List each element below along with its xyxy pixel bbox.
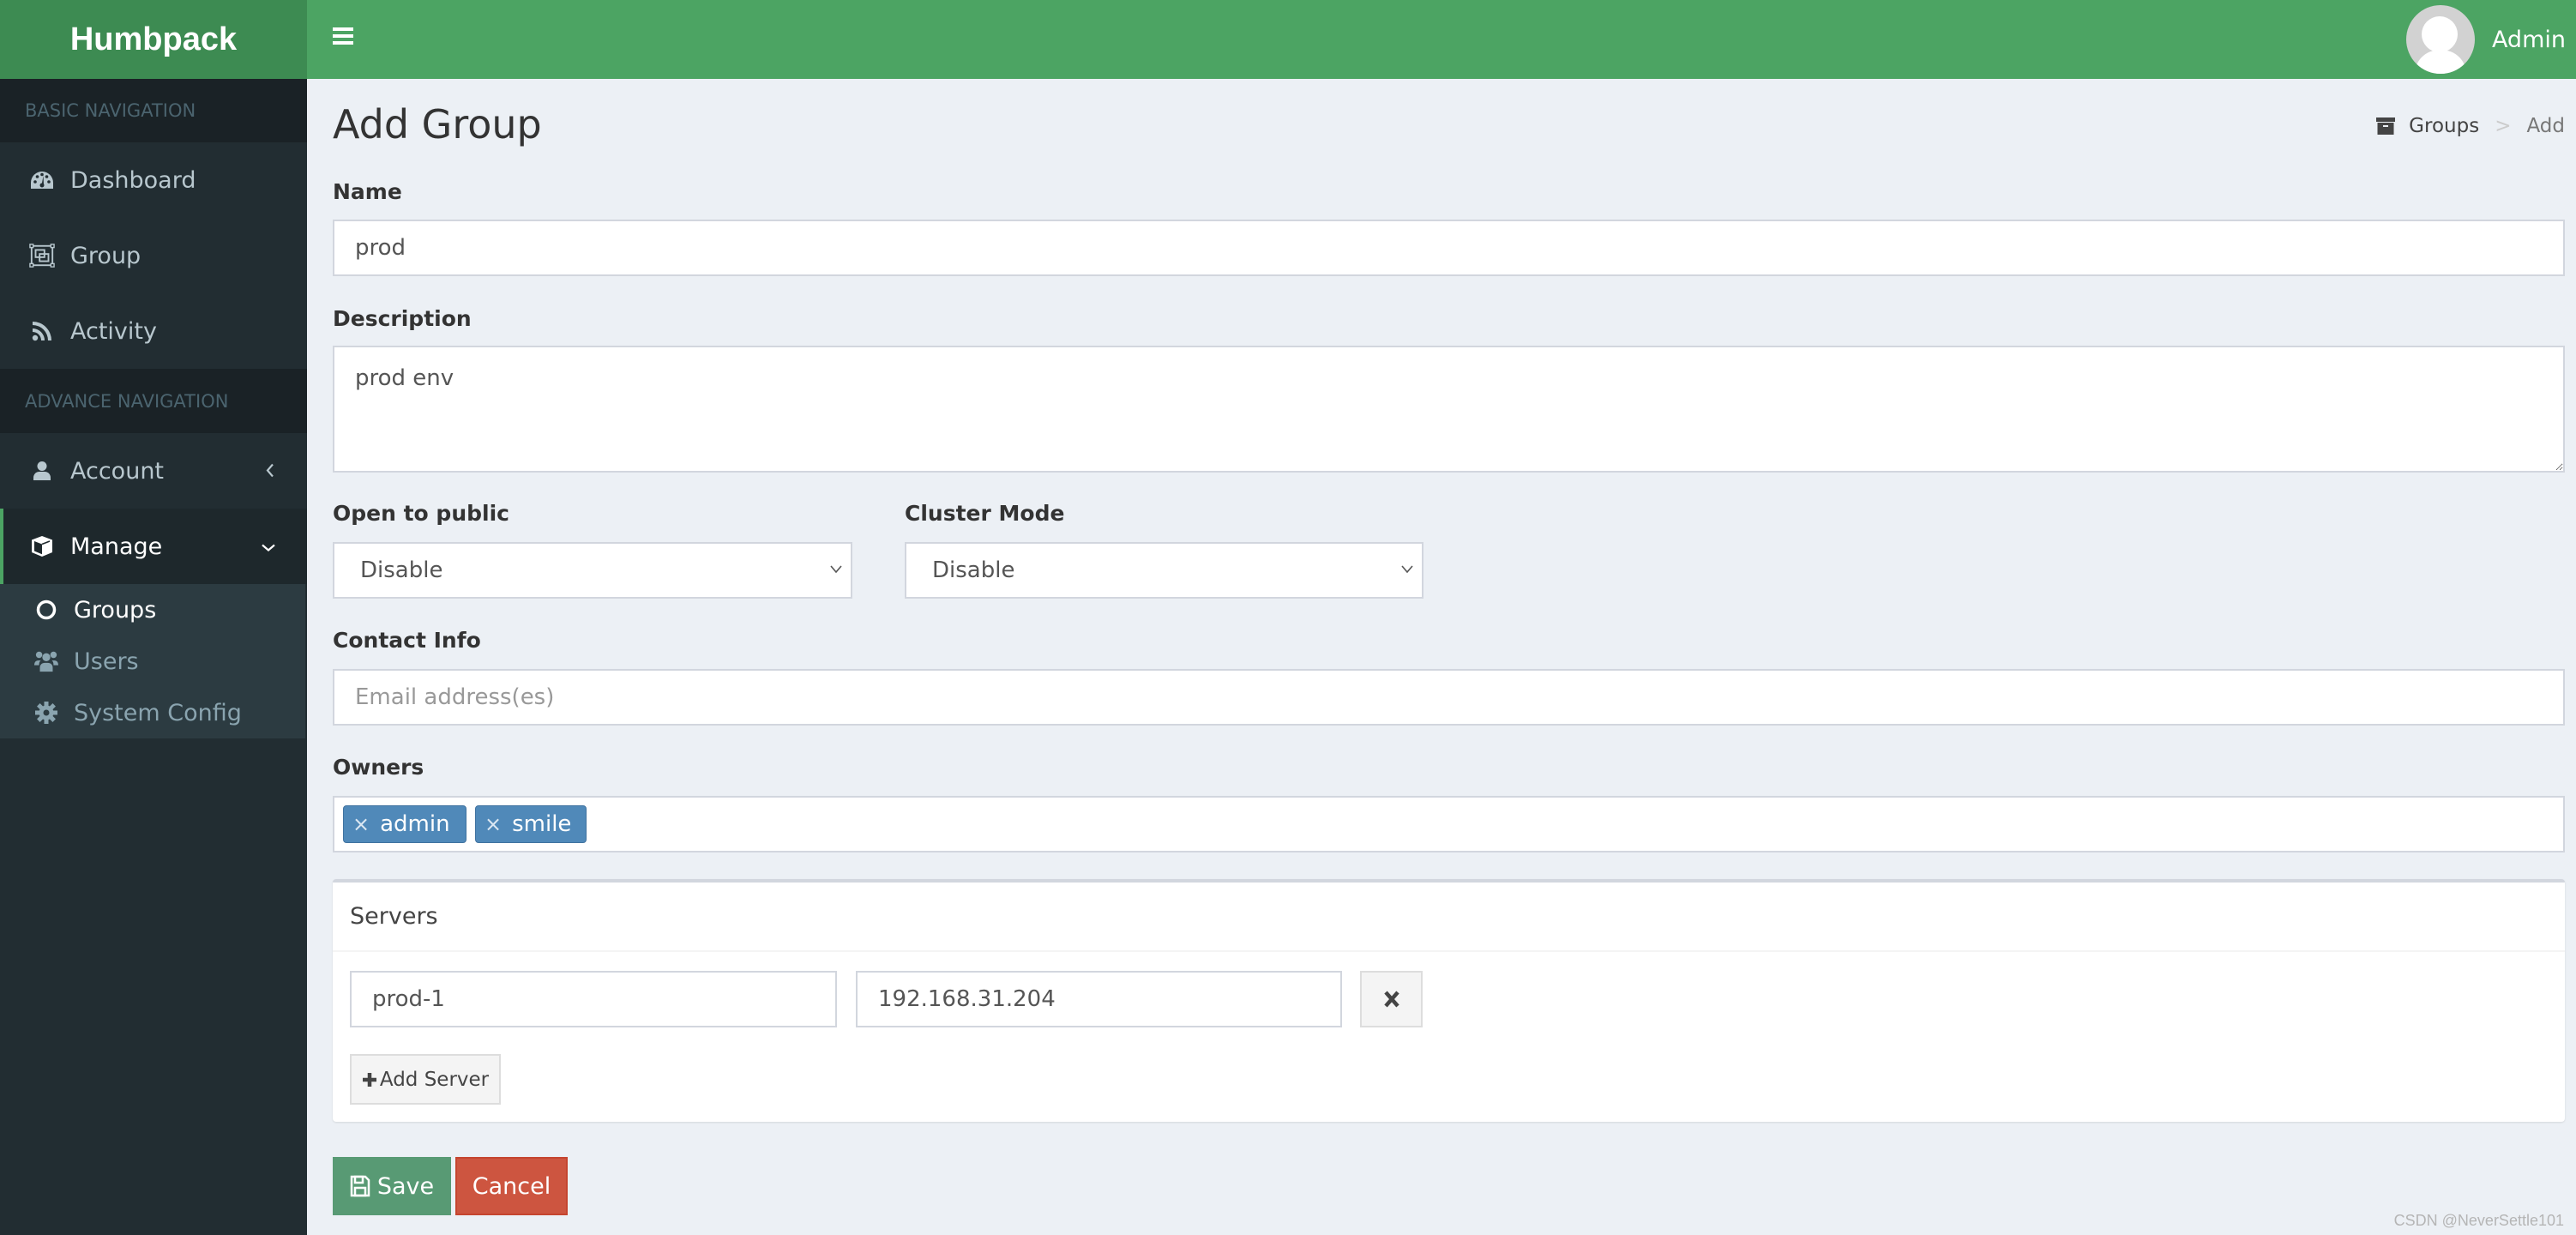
sidebar-item-label: Dashboard: [70, 166, 196, 194]
manage-submenu: Groups Users System Config: [0, 584, 305, 738]
owner-tag: × admin: [343, 805, 466, 843]
user-icon: [29, 458, 55, 484]
sidebar-item-label: Account: [70, 457, 165, 485]
breadcrumb-current: Add: [2526, 115, 2565, 137]
owner-tag: × smile: [475, 805, 587, 843]
app-logo[interactable]: Humbpack: [0, 0, 307, 79]
open-to-public-select[interactable]: Disable: [333, 542, 852, 599]
open-to-public-label: Open to public: [333, 501, 509, 526]
sidebar-item-label: Users: [74, 648, 139, 675]
sidebar-item-activity[interactable]: Activity: [0, 293, 307, 369]
sidebar-item-manage[interactable]: Manage: [0, 509, 307, 584]
sidebar: BASIC NAVIGATION Dashboard Group Activit…: [0, 79, 307, 1235]
owners-tag-input[interactable]: × admin × smile: [333, 796, 2565, 852]
servers-box: Servers Add Server: [333, 879, 2565, 1122]
gear-icon: [34, 701, 58, 725]
cube-icon: [29, 533, 55, 559]
sidebar-toggle-icon[interactable]: [333, 27, 353, 45]
nav-header-advance: ADVANCE NAVIGATION: [0, 369, 307, 433]
rss-icon: [29, 318, 55, 344]
watermark: CSDN @NeverSettle101: [2393, 1212, 2564, 1229]
contact-info-label: Contact Info: [333, 628, 481, 653]
description-label: Description: [333, 306, 472, 331]
breadcrumb: Groups > Add: [2376, 115, 2565, 137]
sidebar-item-label: Groups: [74, 596, 157, 624]
servers-title: Servers: [333, 883, 2565, 952]
cluster-mode-label: Cluster Mode: [905, 501, 1065, 526]
name-input[interactable]: [333, 220, 2565, 276]
save-button[interactable]: Save: [333, 1157, 451, 1215]
user-menu[interactable]: Admin: [2405, 0, 2566, 79]
main-content: Add Group Groups > Add Name Description …: [333, 79, 2565, 1235]
nav-header-basic: BASIC NAVIGATION: [0, 79, 307, 142]
server-ip-input[interactable]: [856, 971, 1342, 1027]
sidebar-item-account[interactable]: Account: [0, 433, 307, 509]
sidebar-item-dashboard[interactable]: Dashboard: [0, 142, 307, 218]
add-server-button[interactable]: Add Server: [350, 1054, 501, 1105]
sidebar-item-users[interactable]: Users: [0, 636, 305, 687]
breadcrumb-link-groups[interactable]: Groups: [2409, 115, 2479, 137]
chevron-down-icon: [261, 533, 276, 560]
sidebar-item-groups[interactable]: Groups: [0, 584, 305, 636]
cluster-mode-select-wrapper: Disable: [905, 542, 1423, 599]
dashboard-icon: [29, 167, 55, 193]
contact-info-input[interactable]: [333, 669, 2565, 726]
add-server-label: Add Server: [379, 1068, 490, 1091]
sidebar-item-label: System Config: [74, 699, 242, 726]
users-icon: [34, 649, 58, 673]
chevron-left-icon: [264, 458, 276, 485]
cancel-button[interactable]: Cancel: [455, 1157, 568, 1215]
owner-tag-label: admin: [380, 811, 450, 837]
archive-icon: [2376, 117, 2396, 135]
remove-server-button[interactable]: [1360, 971, 1423, 1027]
owner-tag-label: smile: [512, 811, 572, 837]
avatar: [2405, 5, 2475, 74]
remove-tag-icon[interactable]: ×: [352, 812, 370, 836]
close-icon: [1383, 991, 1399, 1008]
remove-tag-icon[interactable]: ×: [485, 812, 502, 836]
breadcrumb-separator: >: [2495, 115, 2512, 137]
floppy-disk-icon: [350, 1175, 370, 1197]
name-label: Name: [333, 179, 402, 204]
sidebar-item-label: Manage: [70, 533, 163, 560]
cluster-mode-select[interactable]: Disable: [905, 542, 1423, 599]
top-navbar: Admin: [307, 0, 2576, 79]
plus-icon: [362, 1072, 376, 1087]
sidebar-item-label: Activity: [70, 317, 157, 345]
user-name: Admin: [2491, 26, 2566, 53]
save-label: Save: [376, 1172, 435, 1200]
open-to-public-select-wrapper: Disable: [333, 542, 852, 599]
sidebar-item-system-config[interactable]: System Config: [0, 687, 305, 738]
owners-label: Owners: [333, 755, 424, 780]
server-name-input[interactable]: [350, 971, 837, 1027]
page-title: Add Group: [333, 101, 542, 148]
circle-icon: [34, 598, 58, 622]
description-textarea[interactable]: prod env: [333, 346, 2565, 473]
sidebar-item-group[interactable]: Group: [0, 218, 307, 293]
sidebar-item-label: Group: [70, 242, 141, 269]
object-group-icon: [29, 243, 55, 268]
